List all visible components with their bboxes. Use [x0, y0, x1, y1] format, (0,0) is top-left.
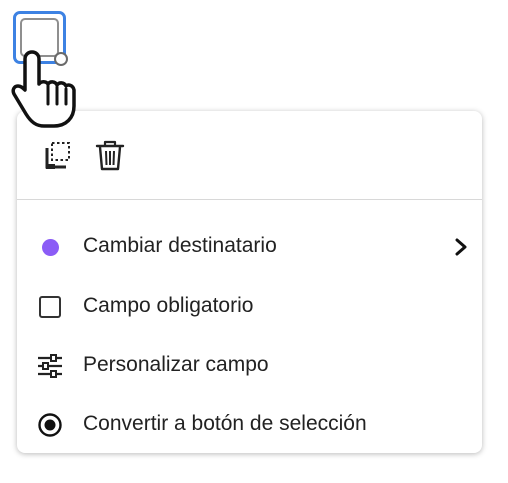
menu-item-customize-field[interactable]: Personalizar campo [17, 337, 482, 393]
menu-item-label: Cambiar destinatario [83, 234, 277, 257]
chevron-right-icon [455, 238, 467, 256]
menu-divider [17, 199, 482, 200]
menu-item-label: Campo obligatorio [83, 294, 254, 317]
sliders-icon [38, 354, 62, 378]
menu-item-convert-to-radio[interactable]: Convertir a botón de selección [17, 396, 482, 452]
duplicate-icon[interactable] [41, 139, 75, 173]
checkbox-icon[interactable] [37, 294, 63, 320]
menu-item-change-recipient[interactable]: Cambiar destinatario [17, 218, 482, 274]
menu-item-required-field[interactable]: Campo obligatorio [17, 278, 482, 334]
trash-icon[interactable] [93, 139, 127, 173]
recipient-color-dot-icon [37, 234, 63, 260]
recipient-color-dot [41, 238, 59, 256]
field-context-menu: Cambiar destinatario Campo obligatorio P… [17, 111, 482, 453]
radio-button-icon [38, 413, 62, 437]
canvas: Cambiar destinatario Campo obligatorio P… [0, 0, 508, 483]
hand-pointer-icon [11, 50, 76, 128]
menu-toolbar [17, 111, 482, 199]
menu-item-label: Personalizar campo [83, 353, 269, 376]
required-checkbox[interactable] [39, 296, 61, 318]
menu-item-label: Convertir a botón de selección [83, 412, 367, 435]
